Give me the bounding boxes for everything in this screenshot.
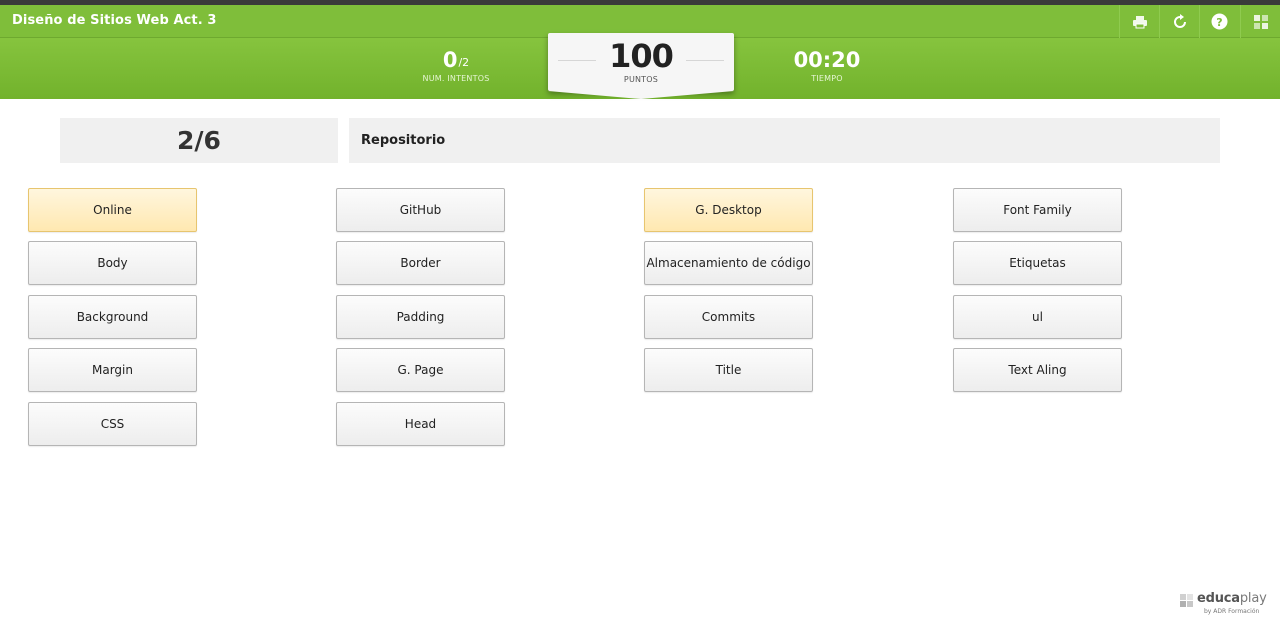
word-button-border[interactable]: Border bbox=[336, 241, 505, 285]
word-button-online[interactable]: Online bbox=[28, 188, 197, 232]
logo-byline: by ADR Formación bbox=[1204, 608, 1260, 615]
time-stat: 00:20 TIEMPO bbox=[767, 46, 887, 84]
educaplay-logo[interactable]: educaplay by ADR Formación bbox=[1180, 591, 1276, 617]
word-button-text-aling[interactable]: Text Aling bbox=[953, 348, 1122, 392]
word-button-head[interactable]: Head bbox=[336, 402, 505, 446]
logo-wordmark-b: play bbox=[1239, 591, 1267, 606]
word-button-padding[interactable]: Padding bbox=[336, 295, 505, 339]
points-card: 100 PUNTOS bbox=[548, 33, 734, 99]
word-button-etiquetas[interactable]: Etiquetas bbox=[953, 241, 1122, 285]
print-button[interactable] bbox=[1119, 5, 1159, 38]
logo-squares-icon bbox=[1180, 594, 1193, 607]
word-button-background[interactable]: Background bbox=[28, 295, 197, 339]
word-button-github[interactable]: GitHub bbox=[336, 188, 505, 232]
word-button-body[interactable]: Body bbox=[28, 241, 197, 285]
grid-button[interactable] bbox=[1240, 5, 1280, 38]
restart-button[interactable] bbox=[1159, 5, 1199, 38]
print-icon bbox=[1132, 15, 1148, 29]
word-button-commits[interactable]: Commits bbox=[644, 295, 813, 339]
activity-title: Diseño de Sitios Web Act. 3 bbox=[12, 13, 217, 28]
word-button-css[interactable]: CSS bbox=[28, 402, 197, 446]
question-prompt: Repositorio bbox=[349, 118, 1220, 163]
help-button[interactable]: ? bbox=[1199, 5, 1239, 38]
attempts-total: /2 bbox=[458, 56, 470, 69]
grid-icon bbox=[1253, 14, 1268, 29]
word-button-almacenamiento[interactable]: Almacenamiento de código bbox=[644, 241, 813, 285]
points-label: PUNTOS bbox=[623, 75, 659, 84]
svg-text:?: ? bbox=[1216, 16, 1222, 29]
logo-wordmark-a: educa bbox=[1197, 591, 1240, 606]
attempts-stat: 0/2 NUM. INTENTOS bbox=[396, 46, 516, 84]
attempts-label: NUM. INTENTOS bbox=[422, 74, 490, 83]
question-counter: 2/6 bbox=[60, 118, 338, 163]
help-icon: ? bbox=[1211, 13, 1228, 30]
word-button-margin[interactable]: Margin bbox=[28, 348, 197, 392]
logo-wordmark: educaplay bbox=[1197, 591, 1267, 606]
word-button-font-family[interactable]: Font Family bbox=[953, 188, 1122, 232]
word-button-g-page[interactable]: G. Page bbox=[336, 348, 505, 392]
word-button-ul[interactable]: ul bbox=[953, 295, 1122, 339]
restart-icon bbox=[1172, 13, 1188, 30]
time-value: 00:20 bbox=[793, 48, 861, 72]
word-button-g-desktop[interactable]: G. Desktop bbox=[644, 188, 813, 232]
time-label: TIEMPO bbox=[811, 74, 843, 83]
attempts-value: 0 bbox=[442, 48, 458, 72]
points-value: 100 bbox=[609, 37, 674, 75]
word-button-title[interactable]: Title bbox=[644, 348, 813, 392]
